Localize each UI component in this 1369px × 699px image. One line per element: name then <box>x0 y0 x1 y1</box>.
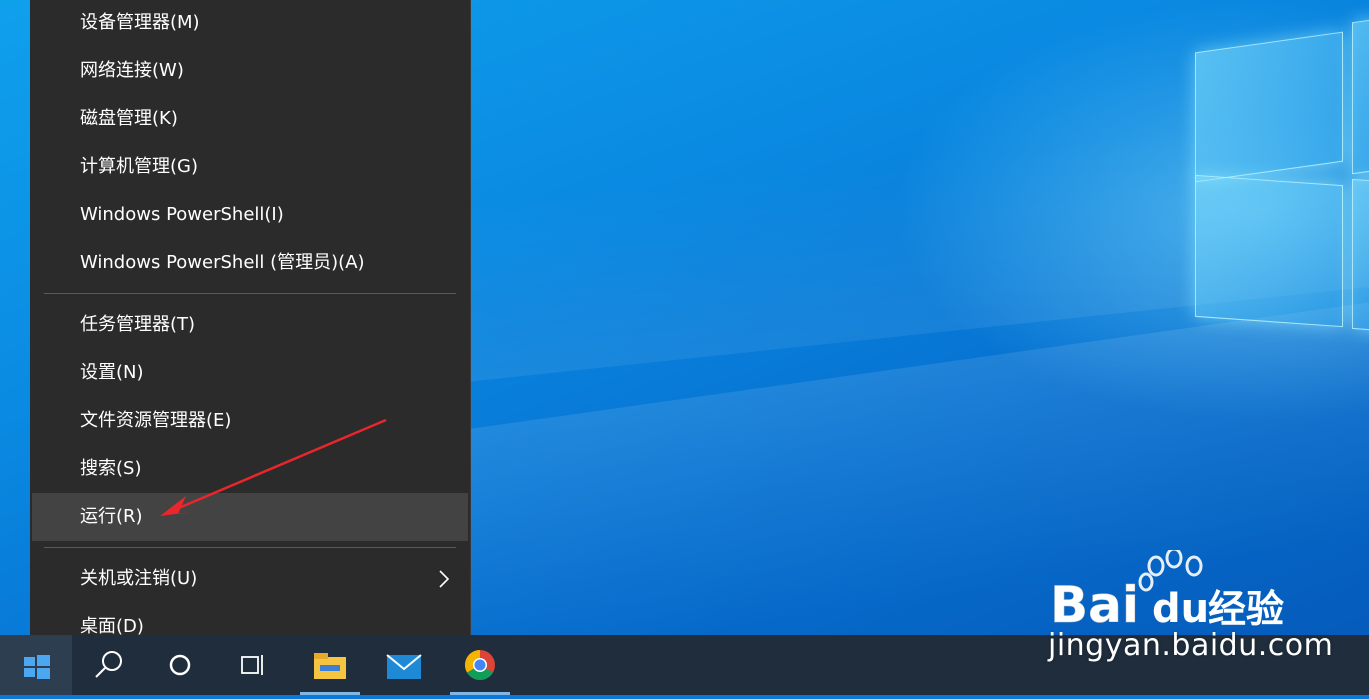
menu-item-network-connections[interactable]: 网络连接(W) <box>32 48 468 94</box>
menu-item-label: 设置(N) <box>80 362 144 383</box>
chevron-right-icon <box>439 570 450 588</box>
search-icon <box>95 651 122 678</box>
watermark-brand-du-text: du <box>1152 586 1209 632</box>
taskbar-cortana-button[interactable] <box>144 635 216 695</box>
menu-separator <box>44 293 456 294</box>
menu-separator <box>44 547 456 548</box>
windows-logo-pane <box>1352 17 1369 175</box>
taskbar-file-explorer-button[interactable] <box>300 635 360 695</box>
menu-item-label: 运行(R) <box>80 506 143 527</box>
menu-item-computer-management[interactable]: 计算机管理(G) <box>32 144 468 190</box>
watermark-url: jingyan.baidu.com <box>1048 628 1334 663</box>
taskbar-mail-button[interactable] <box>375 635 435 695</box>
menu-item-label: 搜索(S) <box>80 458 142 479</box>
taskbar-task-view-button[interactable] <box>216 635 288 695</box>
menu-item-label: 文件资源管理器(E) <box>80 410 232 431</box>
start-button[interactable] <box>0 635 72 695</box>
menu-item-label: 任务管理器(T) <box>80 314 196 335</box>
watermark-brand-cn-text: 经验 <box>1208 587 1284 631</box>
taskbar-chrome-button[interactable] <box>450 635 510 695</box>
menu-item-label: 计算机管理(G) <box>80 156 198 177</box>
menu-item-label: Windows PowerShell(I) <box>80 204 284 225</box>
file-explorer-icon <box>314 653 346 679</box>
chrome-icon <box>464 650 495 681</box>
menu-item-run[interactable]: 运行(R) <box>32 493 468 541</box>
menu-item-disk-management[interactable]: 磁盘管理(K) <box>32 96 468 142</box>
taskbar-search-button[interactable] <box>72 635 144 695</box>
windows-logo-pane <box>1195 31 1343 183</box>
watermark-brand-text: Bai <box>1050 576 1139 634</box>
menu-item-powershell[interactable]: Windows PowerShell(I) <box>32 192 468 238</box>
menu-item-shutdown-signout[interactable]: 关机或注销(U) <box>32 556 468 602</box>
menu-item-task-manager[interactable]: 任务管理器(T) <box>32 302 468 348</box>
menu-item-label: 磁盘管理(K) <box>80 108 178 129</box>
menu-item-label: 网络连接(W) <box>80 60 184 81</box>
start-icon <box>24 655 50 679</box>
power-user-menu: 设备管理器(M) 网络连接(W) 磁盘管理(K) 计算机管理(G) Window… <box>30 0 471 637</box>
menu-item-powershell-admin[interactable]: Windows PowerShell (管理员)(A) <box>32 240 468 286</box>
task-view-icon <box>241 655 263 675</box>
menu-item-label: 设备管理器(M) <box>80 12 200 33</box>
menu-item-file-explorer[interactable]: 文件资源管理器(E) <box>32 398 468 444</box>
menu-item-label: 关机或注销(U) <box>80 568 198 589</box>
mail-icon <box>386 654 422 679</box>
menu-item-settings[interactable]: 设置(N) <box>32 350 468 396</box>
menu-item-label: Windows PowerShell (管理员)(A) <box>80 252 365 273</box>
windows-logo-pane <box>1195 174 1343 328</box>
windows-logo-pane <box>1352 178 1369 332</box>
cortana-icon <box>169 654 191 676</box>
menu-item-search[interactable]: 搜索(S) <box>32 446 468 492</box>
menu-item-device-manager[interactable]: 设备管理器(M) <box>32 0 468 46</box>
